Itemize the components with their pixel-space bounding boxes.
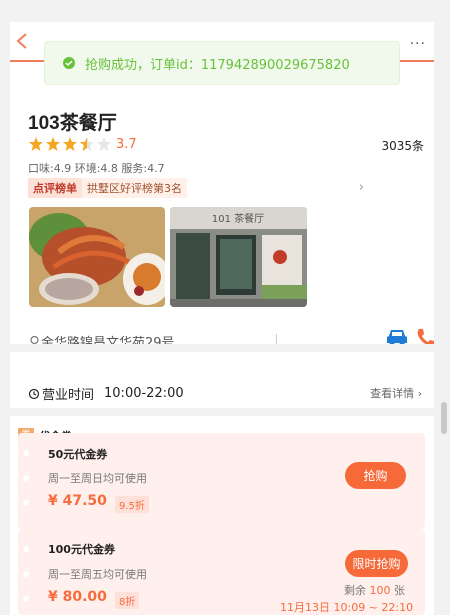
coupon-discount: 9.5折 (115, 496, 149, 513)
star-icon (46, 137, 60, 151)
back-arrow-icon[interactable] (14, 32, 32, 50)
buy-button[interactable]: 抢购 (345, 462, 406, 489)
food-photo[interactable] (29, 207, 165, 307)
coupon-card[interactable]: 100元代金券 周一至周五均可使用 ¥ 80.00 8折 限时抢购 剩余 100… (18, 529, 425, 615)
scrollbar-thumb[interactable] (441, 402, 447, 434)
storefront-sign: 101 茶餐厅 (212, 212, 264, 225)
rank-text: 拱墅区好评榜第3名 (82, 178, 187, 198)
sale-time-range: 11月13日 10:09 ~ 22:10 (280, 601, 414, 614)
coupon-desc: 周一至周五均可使用 (48, 568, 147, 581)
remaining-count: 剩余 100 张 (344, 584, 405, 597)
shop-name: 103茶餐厅 (28, 113, 117, 134)
coupon-discount: 8折 (115, 592, 140, 609)
coupon-dot (23, 546, 29, 552)
star-empty-icon (97, 137, 111, 151)
more-icon[interactable]: ··· (410, 36, 426, 52)
chevron-right-icon[interactable]: › (359, 180, 364, 195)
coupon-name: 100元代金券 (48, 543, 115, 556)
hours-detail-link[interactable]: 查看详情 › (370, 385, 422, 401)
shop-detail-page: ··· 103茶餐厅 3.7 3035条 口味:4.9 环境:4.8 服务:4.… (10, 22, 434, 615)
section-gap (10, 344, 434, 352)
storefront-photo[interactable]: 101 茶餐厅 (170, 207, 307, 307)
coupon-name: 50元代金券 (48, 448, 108, 461)
star-icon (63, 137, 77, 151)
coupon-dot (23, 500, 29, 506)
coupon-dot (23, 450, 29, 456)
coupon-dot (23, 571, 29, 577)
coupon-dot (23, 475, 29, 481)
star-half-icon (80, 137, 94, 151)
coupon-card[interactable]: 50元代金券 周一至周日均可使用 ¥ 47.50 9.5折 抢购 (18, 433, 425, 529)
hours-label: 营业时间 (42, 388, 95, 403)
coupon-desc: 周一至周日均可使用 (48, 472, 147, 485)
review-count[interactable]: 3035条 (381, 137, 424, 154)
rank-tag: 点评榜单 (28, 178, 82, 198)
star-rating: 3.7 (28, 136, 137, 152)
sub-scores: 口味:4.9 环境:4.8 服务:4.7 (28, 162, 165, 175)
hours-time: 10:00-22:00 (104, 386, 184, 401)
toast-message: 抢购成功，订单id：117942890029675820 (85, 57, 350, 73)
coupon-dot (23, 596, 29, 602)
rating-value: 3.7 (116, 136, 137, 152)
section-gap (10, 408, 434, 416)
clock-icon (28, 388, 40, 400)
star-icon (29, 137, 43, 151)
check-circle-icon (63, 57, 75, 69)
business-hours: 营业时间 10:00-22:00 (28, 384, 184, 403)
coupon-price: ¥ 47.50 (48, 493, 107, 509)
rank-banner[interactable]: 点评榜单 拱墅区好评榜第3名 (28, 178, 187, 198)
success-toast: 抢购成功，订单id：117942890029675820 (44, 41, 400, 85)
coupon-price: ¥ 80.00 (48, 589, 107, 605)
flash-sale-button[interactable]: 限时抢购 (345, 550, 408, 577)
